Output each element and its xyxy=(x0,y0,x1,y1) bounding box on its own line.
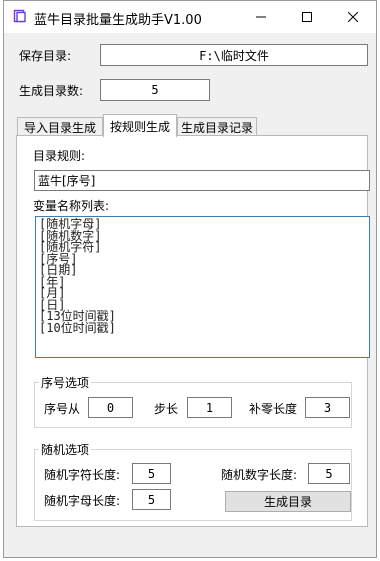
sequence-from-input[interactable]: 0 xyxy=(88,397,133,418)
variable-list[interactable]: [随机字母] [随机数字] [随机字符] [序号] [日期] [年] [月] [… xyxy=(35,216,370,358)
step-label: 步长 xyxy=(154,402,179,416)
dir-count-input[interactable]: 5 xyxy=(100,79,210,101)
list-item[interactable]: [年] xyxy=(39,276,366,289)
rule-label: 目录规则: xyxy=(33,149,86,163)
random-digit-length-input[interactable]: 5 xyxy=(308,463,350,484)
sequence-options-title: 序号选项 xyxy=(39,374,92,391)
list-item[interactable]: [10位时间戳] xyxy=(39,322,366,335)
random-letter-length-input[interactable]: 5 xyxy=(132,489,171,510)
maximize-icon xyxy=(302,12,312,22)
tab-import[interactable]: 导入目录生成 xyxy=(17,117,103,137)
rule-input[interactable]: 蓝牛[序号] xyxy=(34,170,370,191)
dir-count-label: 生成目录数: xyxy=(19,84,84,98)
minimize-icon xyxy=(256,16,266,18)
random-letter-length-label: 随机字母长度: xyxy=(44,494,121,508)
step-input[interactable]: 1 xyxy=(187,397,232,418)
save-dir-label: 保存目录: xyxy=(19,49,72,63)
app-icon xyxy=(13,9,26,23)
random-char-length-label: 随机字符长度: xyxy=(44,468,121,482)
variable-list-label: 变量名称列表: xyxy=(33,199,110,213)
list-item[interactable]: [随机字符] xyxy=(39,241,366,254)
close-icon xyxy=(348,12,358,22)
minimize-button[interactable] xyxy=(238,1,284,33)
close-button[interactable] xyxy=(330,1,376,33)
rule-tab-panel: 目录规则: 蓝牛[序号] 变量名称列表: [随机字母] [随机数字] [随机字符… xyxy=(16,135,370,527)
save-dir-input[interactable]: F:\临时文件 xyxy=(100,44,368,66)
list-item[interactable]: [月] xyxy=(39,287,366,300)
tab-by-rule[interactable]: 按规则生成 xyxy=(103,114,177,137)
random-digit-length-label: 随机数字长度: xyxy=(221,468,298,482)
app-window: 蓝牛目录批量生成助手V1.00 保存目录: F:\临时文件 生成目录数: 5 导… xyxy=(3,0,377,558)
random-char-length-input[interactable]: 5 xyxy=(132,463,171,484)
random-options-title: 随机选项 xyxy=(39,441,92,458)
list-item[interactable]: [序号] xyxy=(39,253,366,266)
sequence-from-label: 序号从 xyxy=(44,402,81,416)
maximize-button[interactable] xyxy=(284,1,330,33)
title-bar[interactable]: 蓝牛目录批量生成助手V1.00 xyxy=(4,1,376,33)
window-title: 蓝牛目录批量生成助手V1.00 xyxy=(34,13,202,28)
zero-pad-input[interactable]: 3 xyxy=(305,397,350,418)
tab-history[interactable]: 生成目录记录 xyxy=(177,117,257,137)
generate-directories-button[interactable]: 生成目录 xyxy=(225,491,351,512)
list-item[interactable]: [日期] xyxy=(39,264,366,277)
zero-pad-label: 补零长度 xyxy=(249,402,298,416)
